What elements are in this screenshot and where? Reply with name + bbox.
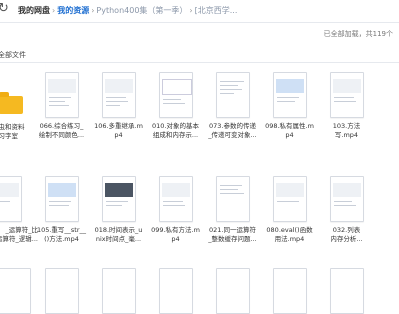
video-thumbnail-icon xyxy=(45,176,79,222)
file-name: 080.eval()函数 用法.mp4 xyxy=(266,226,313,243)
video-thumbnail-icon xyxy=(216,72,250,118)
file-name: 103.方法 写.mp4 xyxy=(332,122,361,139)
file-name: 066.综合练习_ 绘制不同颜色... xyxy=(38,122,85,139)
file-tile[interactable]: 098.私有属性.m p4 xyxy=(262,72,317,152)
file-tile[interactable]: 066.综合练习_ 绘制不同颜色... xyxy=(34,72,89,152)
file-name: 099.私有方法.m p4 xyxy=(151,226,200,243)
video-thumbnail-icon xyxy=(330,176,364,222)
video-thumbnail-icon[interactable] xyxy=(0,268,31,314)
video-thumbnail-icon xyxy=(45,72,79,118)
file-tile[interactable]: 099.私有方法.m p4 xyxy=(148,176,203,256)
video-thumbnail-icon[interactable] xyxy=(273,268,307,314)
file-tile[interactable]: _运算符_比 运算符_逻辑... xyxy=(0,176,38,256)
file-tile[interactable]: 073.参数的传递 _传递可变对象... xyxy=(205,72,260,152)
file-tile[interactable]: 010.对象的基本 组成和内存示... xyxy=(148,72,203,152)
video-thumbnail-icon[interactable] xyxy=(159,268,193,314)
file-tile[interactable]: 080.eval()函数 用法.mp4 xyxy=(262,176,317,256)
video-thumbnail-icon[interactable] xyxy=(216,268,250,314)
video-thumbnail-icon xyxy=(216,176,250,222)
file-name: _运算符_比 运算符_逻辑... xyxy=(0,226,38,243)
file-tile[interactable]: 032.列表 内存分析... xyxy=(319,176,374,256)
file-name: 073.参数的传递 _传递可变对象... xyxy=(208,122,257,139)
file-name: 105.重写__str__ ()方法.mp4 xyxy=(36,226,87,243)
file-tile[interactable]: 018.时间表示_u nix时间点_毫... xyxy=(91,176,146,256)
file-grid: 爬虫和资料学习字室 066.综合练习_绘制不同颜色... 106.多重继承.mp… xyxy=(0,0,399,314)
video-thumbnail-icon[interactable] xyxy=(102,268,136,314)
folder-icon xyxy=(0,92,23,114)
file-name: 098.私有属性.m p4 xyxy=(265,122,314,139)
video-thumbnail-icon xyxy=(159,72,193,118)
file-tile[interactable]: 103.方法 写.mp4 xyxy=(319,72,374,152)
file-tile[interactable]: 021.同一运算符 _整数缓存问题... xyxy=(205,176,260,256)
video-thumbnail-icon xyxy=(102,72,136,118)
video-thumbnail-icon[interactable] xyxy=(330,268,364,314)
video-thumbnail-icon xyxy=(0,176,22,222)
file-tile[interactable]: 105.重写__str__ ()方法.mp4 xyxy=(34,176,89,256)
file-name: 010.对象的基本 组成和内存示... xyxy=(152,122,199,139)
video-thumbnail-icon xyxy=(159,176,193,222)
video-thumbnail-icon[interactable] xyxy=(45,268,79,314)
video-thumbnail-icon xyxy=(273,176,307,222)
file-name: 021.同一运算符 _整数缓存问题... xyxy=(208,226,257,243)
file-name: 032.列表 内存分析... xyxy=(330,226,363,243)
video-thumbnail-icon xyxy=(102,176,136,222)
file-tile[interactable]: 106.多重继承.m p4 xyxy=(91,72,146,152)
video-thumbnail-icon xyxy=(330,72,364,118)
file-name: 106.多重继承.m p4 xyxy=(94,122,143,139)
file-name: 018.时间表示_u nix时间点_毫... xyxy=(94,226,143,243)
video-thumbnail-icon xyxy=(273,72,307,118)
